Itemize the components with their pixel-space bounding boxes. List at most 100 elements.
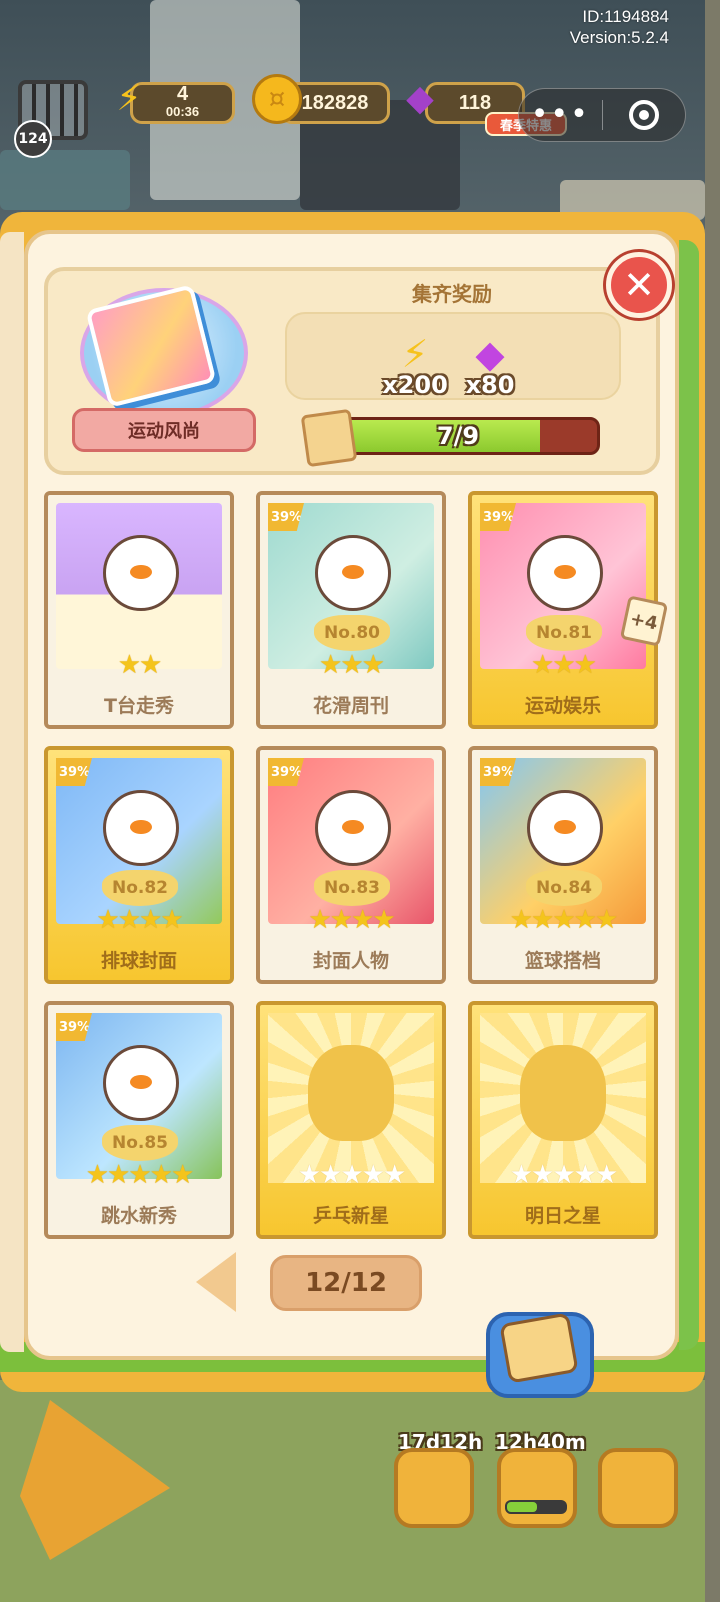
card-pack-button[interactable] [497, 1448, 577, 1528]
more-dots-icon[interactable]: ••• [519, 100, 602, 130]
flower-event-button[interactable] [394, 1448, 474, 1528]
level-badge: 124 [14, 120, 52, 158]
card-star-rating: ★★★★★ [260, 1161, 442, 1189]
star-icon: ★ [85, 1160, 109, 1190]
card-name: 明日之星 [524, 1205, 601, 1227]
character-button[interactable] [598, 1448, 678, 1528]
card-name: 乒乓新星 [312, 1205, 389, 1227]
star-icon: ★ [552, 905, 575, 935]
reward-gem-amount: x80 [465, 371, 515, 399]
arrow-left-icon[interactable] [196, 1252, 236, 1312]
card-name: 排球封面 [100, 950, 177, 972]
energy-bolt-icon: ⚡ [116, 77, 142, 119]
album-card[interactable]: 39% No.84 ★★★★★ 篮球搭档 [468, 746, 658, 984]
star-icon: ★ [531, 1160, 554, 1190]
star-icon: ★ [361, 650, 385, 680]
star-icon: ★ [128, 1160, 151, 1190]
energy-value: 4 [176, 83, 189, 105]
card-name: 封面人物 [312, 950, 389, 972]
star-icon: ★ [160, 905, 183, 935]
card-star-rating: ★★★ [260, 651, 442, 679]
card-number-tag: No.80 [314, 615, 390, 651]
duck-beak [554, 820, 576, 834]
star-icon: ★ [552, 650, 575, 680]
card-name: 运动娱乐 [524, 695, 601, 717]
star-icon: ★ [139, 650, 162, 680]
album-card[interactable]: ★★★★★ 乒乓新星 [256, 1001, 446, 1239]
star-icon: ★ [340, 650, 363, 680]
card-name: 篮球搭档 [524, 950, 601, 972]
star-icon: ★ [594, 1160, 618, 1190]
star-icon: ★ [308, 905, 331, 935]
card-star-rating: ★★★★ [260, 906, 442, 934]
card-star-rating: ★★★★★ [472, 906, 654, 934]
close-icon: ✕ [623, 263, 655, 307]
gem-icon: ◆ [406, 77, 434, 119]
star-icon: ★ [573, 1160, 597, 1190]
star-icon: ★ [552, 1160, 575, 1190]
star-icon: ★ [139, 905, 162, 935]
album-card[interactable]: 39% No.83 ★★★★ 封面人物 [256, 746, 446, 984]
energy-timer: 00:36 [165, 104, 200, 119]
album-card[interactable]: 39% No.80 ★★★ 花滑周刊 [256, 491, 446, 729]
star-icon: ★ [531, 650, 554, 680]
book-page-edge [0, 232, 24, 1352]
star-icon: ★ [107, 1160, 130, 1190]
duck-beak [554, 565, 576, 579]
card-name: 花滑周刊 [312, 695, 389, 717]
target-icon [628, 100, 659, 130]
star-icon: ★ [594, 905, 618, 935]
page-indicator: 12/12 [270, 1255, 422, 1311]
star-icon: ★ [117, 650, 141, 680]
star-icon: ★ [149, 1160, 173, 1190]
star-icon: ★ [319, 650, 342, 680]
duck-beak [342, 565, 364, 579]
star-icon: ★ [573, 650, 597, 680]
star-icon: ★ [372, 905, 395, 935]
card-star-rating: ★★★★★ [472, 1161, 654, 1189]
card-star-rating: ★★★★★ [48, 1161, 230, 1189]
duck-beak [130, 1075, 152, 1089]
card-star-rating: ★★★ [472, 651, 654, 679]
star-icon: ★ [117, 905, 141, 935]
star-icon: ★ [340, 1160, 363, 1190]
star-icon: ★ [509, 905, 533, 935]
star-icon: ★ [170, 1160, 194, 1190]
star-icon: ★ [361, 1160, 385, 1190]
duck-beak [342, 820, 364, 834]
card-number-tag: No.82 [102, 870, 178, 906]
close-button[interactable]: ✕ [606, 252, 672, 318]
build-info: ID:1194884 Version:5.2.4 [570, 6, 669, 48]
card-star-rating: ★★ [48, 651, 230, 679]
duck-beak [130, 565, 152, 579]
envelope-icon [499, 1312, 579, 1384]
album-card[interactable]: ★★ T台走秀 [44, 491, 234, 729]
star-icon: ★ [96, 905, 119, 935]
card-pack-progress [505, 1500, 567, 1514]
card-name: T台走秀 [104, 695, 174, 717]
card-star-rating: ★★★★ [48, 906, 230, 934]
reward-gem: ◆ x80 [445, 332, 535, 399]
album-card[interactable]: 39% No.82 ★★★★ 排球封面 [44, 746, 234, 984]
card-number-tag: No.83 [314, 870, 390, 906]
gem-icon: ◆ [475, 332, 505, 376]
user-id-text: ID:1194884 [582, 7, 669, 26]
star-icon: ★ [297, 1160, 321, 1190]
miniprogram-capsule: ••• [518, 88, 686, 142]
album-card[interactable]: 39% No.81 ★★★ 运动娱乐 +4 [468, 491, 669, 729]
album-card[interactable]: 39% No.85 ★★★★★ 跳水新秀 [44, 1001, 234, 1239]
star-icon: ★ [573, 905, 597, 935]
card-name: 跳水新秀 [100, 1205, 177, 1227]
star-icon: ★ [531, 905, 554, 935]
duck-beak [130, 820, 152, 834]
locked-duck-silhouette [520, 1045, 606, 1141]
album-card[interactable]: ★★★★★ 明日之星 [468, 1001, 658, 1239]
collection-progress-text: 7/9 [436, 422, 480, 450]
locked-duck-silhouette [308, 1045, 394, 1141]
album-name-ribbon: 运动风尚 [72, 408, 256, 452]
card-number-tag: No.85 [102, 1125, 178, 1161]
star-icon: ★ [319, 1160, 342, 1190]
building [0, 150, 130, 210]
star-icon: ★ [329, 905, 353, 935]
close-miniprogram-button[interactable] [603, 100, 686, 130]
